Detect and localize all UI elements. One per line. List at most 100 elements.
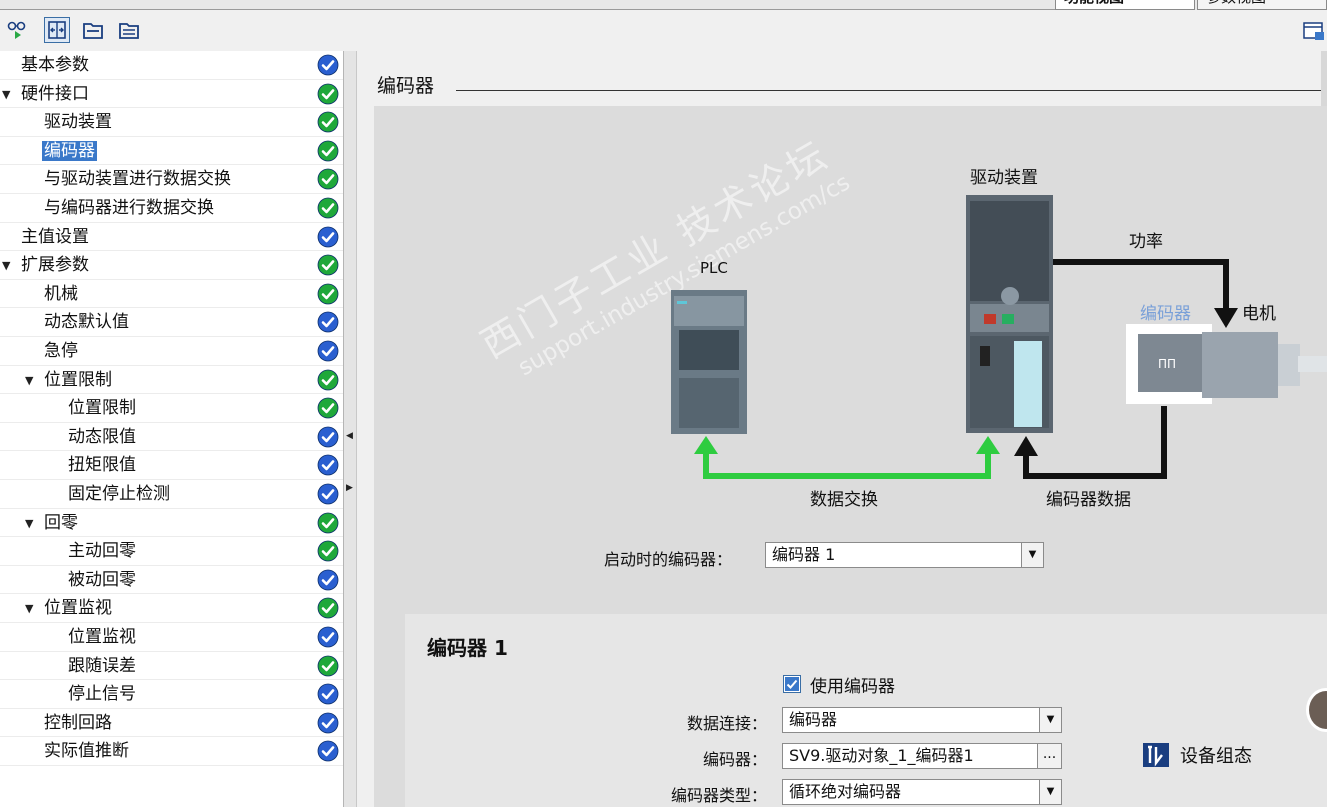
tree-item-label: 主值设置 xyxy=(21,226,89,247)
tree-item-label: 位置限制 xyxy=(68,398,136,419)
drive-label: 驱动装置 xyxy=(970,168,1038,188)
data-connection-select[interactable]: 编码器 ▼ xyxy=(782,707,1062,733)
tree-item[interactable]: 固定停止检测 xyxy=(0,480,343,509)
expand-toggle-icon[interactable]: ▼ xyxy=(25,602,33,615)
tree-item-label: 位置监视 xyxy=(68,627,136,647)
tree-item[interactable]: 与编码器进行数据交换 xyxy=(0,194,343,223)
tree-item[interactable]: 扭矩限值 xyxy=(0,451,343,480)
encoder-motor-device: ΠΠ xyxy=(1126,324,1327,404)
tree-item-label: 编码器 xyxy=(42,140,97,161)
tree-item[interactable]: ▼ 位置限制 xyxy=(0,366,343,395)
status-check-icon xyxy=(317,540,339,562)
tree-item[interactable]: 动态默认值 xyxy=(0,308,343,337)
tree-item[interactable]: 与驱动装置进行数据交换 xyxy=(0,165,343,194)
panel-splitter[interactable]: ◀ ▶ xyxy=(343,51,357,807)
tree-item-label: 固定停止检测 xyxy=(68,484,170,504)
expand-split-icon[interactable] xyxy=(44,17,70,43)
tree-item[interactable]: ▼ 硬件接口 xyxy=(0,80,343,109)
encoder-type-label: 编码器类型： xyxy=(670,786,767,805)
status-check-icon xyxy=(317,569,339,591)
collapse-left-icon[interactable]: ◀ xyxy=(346,431,353,441)
encoder-diagram: 西门子工业 技术论坛 support.industry.siemens.com/… xyxy=(374,106,1327,807)
status-check-icon xyxy=(317,111,339,133)
status-check-icon xyxy=(317,655,339,676)
tree-item[interactable]: 基本参数 xyxy=(0,51,343,80)
vertical-scrollbar[interactable] xyxy=(1321,51,1327,106)
tree-item-label: 控制回路 xyxy=(44,712,112,733)
status-check-icon xyxy=(317,597,339,619)
folder-collapse-icon[interactable] xyxy=(80,17,106,43)
tree-item[interactable]: ▼ 回零 xyxy=(0,509,343,538)
status-check-icon xyxy=(317,197,339,219)
tree-item[interactable]: 位置限制 xyxy=(0,394,343,423)
navigation-tree: 基本参数 ▼ 硬件接口驱动装置编码器与驱动装置进行数据交换与编码器进行数据交换主值设… xyxy=(0,51,343,807)
panel-toggle-icon[interactable] xyxy=(1303,20,1325,42)
startup-encoder-label: 启动时的编码器： xyxy=(604,550,733,569)
check-icon xyxy=(785,677,799,691)
status-check-icon xyxy=(317,340,339,362)
expand-toggle-icon[interactable]: ▼ xyxy=(25,374,33,387)
tree-item[interactable]: 跟随误差 xyxy=(0,652,343,681)
collapse-right-icon[interactable]: ▶ xyxy=(346,483,353,493)
expand-toggle-icon[interactable]: ▼ xyxy=(25,517,33,530)
drive-device xyxy=(966,195,1053,433)
tree-item[interactable]: 位置监视 xyxy=(0,623,343,652)
tree-item[interactable]: 主值设置 xyxy=(0,223,343,252)
tree-item-label: 硬件接口 xyxy=(21,83,89,104)
chevron-down-icon[interactable]: ▼ xyxy=(1039,780,1061,804)
tree-item[interactable]: 编码器 xyxy=(0,137,343,166)
tree-item[interactable]: ▼ 位置监视 xyxy=(0,594,343,623)
toolbar xyxy=(0,10,1327,50)
data-connection-label: 数据连接： xyxy=(686,714,767,733)
tree-item-label: 被动回零 xyxy=(68,569,136,590)
folder-expand-icon[interactable] xyxy=(116,17,142,43)
status-check-icon xyxy=(317,83,339,104)
tree-item-label: 动态默认值 xyxy=(44,312,129,333)
tree-item-label: 与编码器进行数据交换 xyxy=(44,198,214,218)
status-check-icon xyxy=(317,168,339,190)
tree-item[interactable]: 主动回零 xyxy=(0,537,343,566)
status-check-icon xyxy=(317,226,339,247)
tree-item[interactable]: ▼ 扩展参数 xyxy=(0,251,343,280)
device-config-label: 设备组态 xyxy=(1180,746,1252,767)
data-exchange-label: 数据交换 xyxy=(810,490,878,510)
startup-encoder-value: 编码器 1 xyxy=(772,545,836,564)
tree-item[interactable]: 驱动装置 xyxy=(0,108,343,137)
chevron-down-icon[interactable]: ▼ xyxy=(1039,708,1061,732)
tree-item[interactable]: 动态限值 xyxy=(0,423,343,452)
tab-functional-view[interactable]: 功能视图 xyxy=(1055,0,1195,10)
chevron-down-icon[interactable]: ▼ xyxy=(1021,543,1043,567)
section-title: 编码器 xyxy=(377,75,435,97)
view-glasses-icon[interactable] xyxy=(4,17,30,43)
tree-item-label: 实际值推断 xyxy=(44,741,129,762)
encoder-field[interactable]: SV9.驱动对象_1_编码器1 ... xyxy=(782,743,1062,769)
encoder1-title: 编码器 1 xyxy=(427,636,508,660)
tab-parameter-view[interactable]: 参数视图 xyxy=(1197,0,1327,10)
plc-device xyxy=(671,290,747,434)
tree-item[interactable]: 被动回零 xyxy=(0,566,343,595)
browse-button[interactable]: ... xyxy=(1037,744,1061,768)
encoder-field-value: SV9.驱动对象_1_编码器1 xyxy=(789,746,974,765)
expand-toggle-icon[interactable]: ▼ xyxy=(2,88,10,101)
device-config-link[interactable]: 设备组态 xyxy=(1142,742,1252,768)
tree-item[interactable]: 停止信号 xyxy=(0,680,343,709)
view-tab-strip: 功能视图 参数视图 xyxy=(0,0,1327,10)
status-check-icon xyxy=(317,740,339,762)
tree-item[interactable]: 实际值推断 xyxy=(0,737,343,766)
expand-toggle-icon[interactable]: ▼ xyxy=(2,259,10,272)
status-check-icon xyxy=(317,311,339,333)
encoder1-panel: 编码器 1 使用编码器 数据连接： 编码器 ▼ 编码器： SV9.驱动对象_1_… xyxy=(405,614,1327,807)
tree-item-label: 位置监视 xyxy=(44,598,112,619)
startup-encoder-select[interactable]: 编码器 1 ▼ xyxy=(765,542,1044,568)
use-encoder-checkbox[interactable] xyxy=(783,675,801,693)
status-check-icon xyxy=(317,426,339,448)
status-check-icon xyxy=(317,283,339,305)
tree-item-label: 扭矩限值 xyxy=(68,455,136,476)
encoder-type-select[interactable]: 循环绝对编码器 ▼ xyxy=(782,779,1062,805)
tree-item-label: 驱动装置 xyxy=(44,112,112,133)
tree-item[interactable]: 控制回路 xyxy=(0,709,343,738)
plc-label: PLC xyxy=(700,259,728,277)
tree-item[interactable]: 急停 xyxy=(0,337,343,366)
tree-item[interactable]: 机械 xyxy=(0,280,343,309)
data-connection-value: 编码器 xyxy=(789,710,838,729)
